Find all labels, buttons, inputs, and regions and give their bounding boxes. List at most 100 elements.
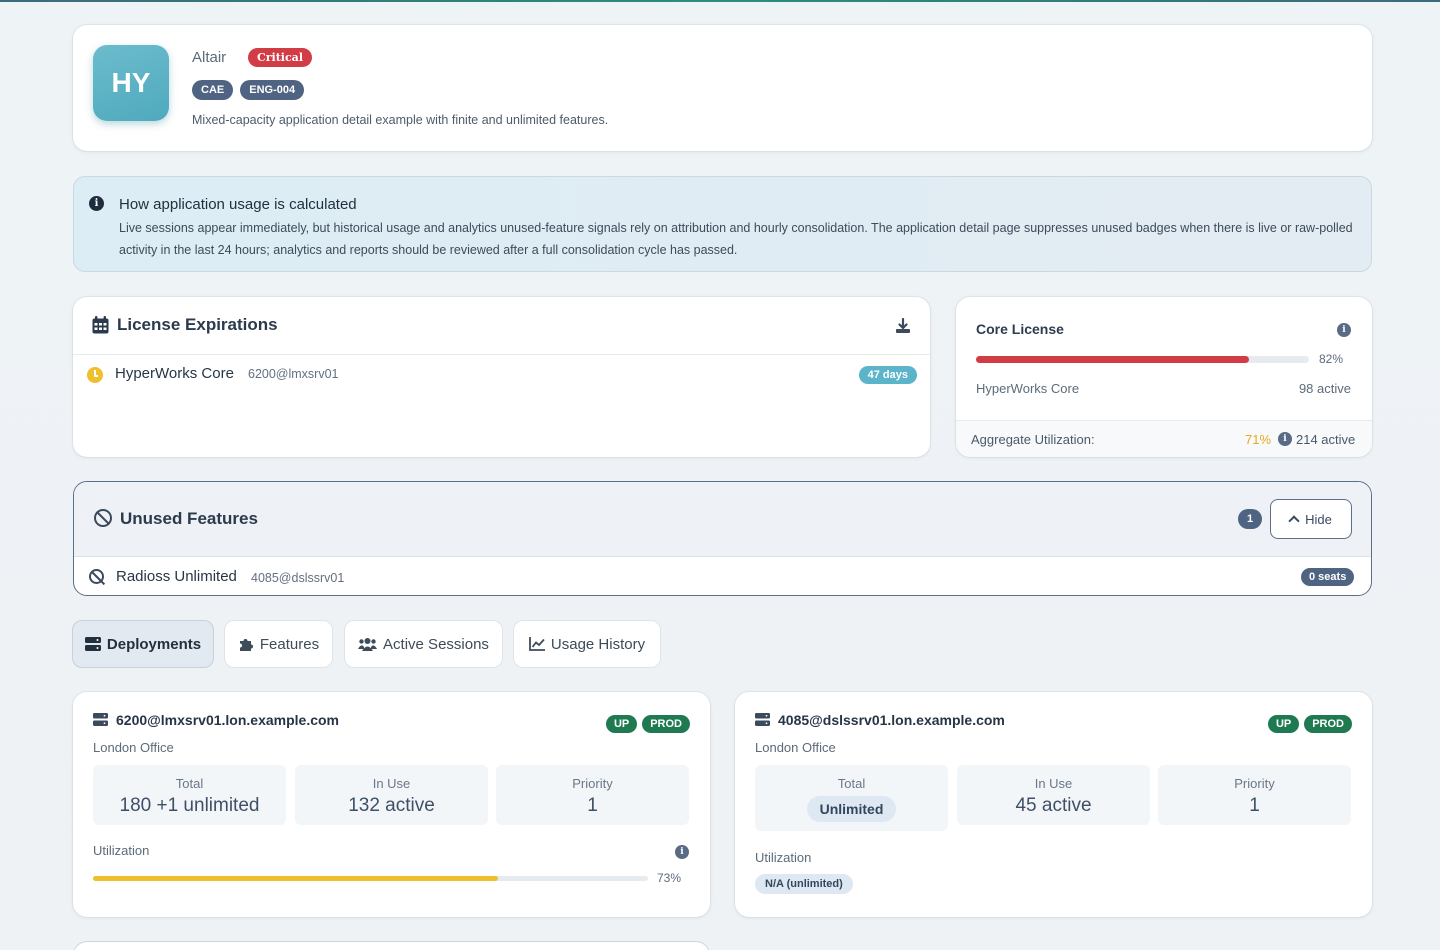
deployment-location: London Office xyxy=(755,740,836,755)
environment-badge: PROD xyxy=(642,715,690,733)
unused-feature-name[interactable]: Radioss Unlimited xyxy=(116,568,237,585)
utilization-na-pill: N/A (unlimited) xyxy=(755,874,853,894)
next-deployment-card xyxy=(73,941,710,950)
unused-count-badge: 1 xyxy=(1238,509,1262,529)
core-utilization-fill xyxy=(976,356,1250,363)
license-expiration-row[interactable]: HyperWorks Core 6200@lmxsrv01 47 days xyxy=(87,365,917,387)
hide-button-label: Hide xyxy=(1305,511,1332,527)
aggregate-utilization-footer: Aggregate Utilization: 71% i 214 active xyxy=(956,420,1372,457)
stat-value: 1 xyxy=(1249,795,1260,816)
unused-feature-host: 4085@dslssrv01 xyxy=(251,571,345,585)
status-badge: UP xyxy=(1267,715,1300,733)
total-stat: Total Unlimited xyxy=(755,765,948,831)
calendar-icon xyxy=(92,316,109,334)
stat-label: In Use xyxy=(1034,776,1073,791)
chevron-up-icon xyxy=(1288,515,1300,527)
deployment-badges: UP PROD xyxy=(1267,715,1352,733)
unused-features-title: Unused Features xyxy=(120,509,258,528)
unused-features-header: Unused Features 1 Hide xyxy=(74,482,1371,557)
utilization-percent: 73% xyxy=(656,871,681,885)
tab-label: Usage History xyxy=(550,635,646,653)
server-icon xyxy=(755,713,770,726)
info-banner-title: How application usage is calculated xyxy=(119,196,357,213)
license-host: 6200@lmxsrv01 xyxy=(248,367,339,381)
server-icon xyxy=(93,713,108,726)
info-icon[interactable]: i xyxy=(675,845,689,859)
tab-label: Features xyxy=(259,635,320,653)
tab-features[interactable]: Features xyxy=(224,620,333,668)
usage-info-banner: i How application usage is calculated Li… xyxy=(73,176,1372,272)
stat-label: Total xyxy=(175,776,204,791)
deployment-badges: UP PROD xyxy=(605,715,690,733)
tab-label: Active Sessions xyxy=(383,635,489,653)
stat-label: In Use xyxy=(372,776,411,791)
days-remaining-badge: 47 days xyxy=(858,366,917,384)
aggregate-active-count: 214 active xyxy=(1296,432,1356,447)
info-icon[interactable]: i xyxy=(1337,323,1351,337)
aggregate-percent: 71% xyxy=(1245,432,1272,447)
core-active-count: 98 active xyxy=(1298,381,1351,396)
core-utilization-percent: 82% xyxy=(1318,352,1343,366)
info-icon: i xyxy=(89,196,104,211)
vendor-name: Altair xyxy=(192,49,227,66)
environment-badge: PROD xyxy=(1304,715,1352,733)
tab-usage-history[interactable]: Usage History xyxy=(513,620,661,668)
ban-icon xyxy=(94,509,112,527)
utilization-bar xyxy=(93,876,648,881)
deployment-host[interactable]: 6200@lmxsrv01.lon.example.com xyxy=(116,712,339,728)
server-icon xyxy=(84,637,101,651)
total-stat: Total 180 +1 unlimited xyxy=(93,765,286,825)
unlimited-pill: Unlimited xyxy=(806,796,897,822)
core-feature-name: HyperWorks Core xyxy=(976,381,1080,396)
priority-stat: Priority 1 xyxy=(1158,765,1351,825)
users-icon xyxy=(358,638,378,651)
tag-badge[interactable]: CAE xyxy=(192,80,234,100)
top-accent-line xyxy=(0,0,1440,2)
aggregate-label: Aggregate Utilization: xyxy=(971,432,1095,447)
utilization-fill xyxy=(93,876,499,881)
chart-line-icon xyxy=(528,637,545,651)
in-use-stat: In Use 45 active xyxy=(957,765,1150,825)
stat-label: Priority xyxy=(1234,776,1275,791)
severity-badge: Critical xyxy=(248,48,312,67)
hide-button[interactable]: Hide xyxy=(1270,499,1352,539)
info-banner-body: Live sessions appear immediately, but hi… xyxy=(119,221,1353,257)
stat-value: 45 active xyxy=(1015,795,1092,816)
stat-value: 180 +1 unlimited xyxy=(119,795,260,816)
download-icon[interactable] xyxy=(895,318,911,334)
core-utilization-bar xyxy=(976,356,1309,363)
clock-icon xyxy=(87,367,103,383)
seats-badge: 0 seats xyxy=(1301,568,1355,586)
tab-active-sessions[interactable]: Active Sessions xyxy=(344,620,503,668)
license-expirations-title: License Expirations xyxy=(117,315,278,334)
priority-stat: Priority 1 xyxy=(496,765,689,825)
in-use-stat: In Use 132 active xyxy=(295,765,488,825)
status-badge: UP xyxy=(605,715,638,733)
utilization-label: Utilization xyxy=(93,843,150,858)
license-expirations-header: License Expirations xyxy=(73,297,930,355)
deployment-location: London Office xyxy=(93,740,174,755)
utilization-label: Utilization xyxy=(755,850,812,865)
core-license-card: Core License i 82% HyperWorks Core 98 ac… xyxy=(956,297,1372,457)
deployment-card: 4085@dslssrv01.lon.example.com UP PROD L… xyxy=(735,692,1372,917)
tab-deployments[interactable]: Deployments xyxy=(72,620,214,668)
tab-label: Deployments xyxy=(106,635,202,653)
puzzle-icon xyxy=(239,639,253,651)
info-icon[interactable]: i xyxy=(1278,432,1292,446)
stat-value: 132 active xyxy=(348,795,435,816)
app-header-card: HY Altair Critical CAE ENG-004 Mixed-cap… xyxy=(73,25,1372,151)
app-avatar: HY xyxy=(93,45,169,121)
tag-badge[interactable]: ENG-004 xyxy=(240,80,305,100)
stat-label: Priority xyxy=(572,776,613,791)
license-feature-name: HyperWorks Core xyxy=(115,365,234,382)
core-license-title: Core License xyxy=(976,321,1064,337)
stat-value: 1 xyxy=(587,795,598,816)
license-expirations-card: License Expirations HyperWorks Core 6200… xyxy=(73,297,930,457)
deployment-host[interactable]: 4085@dslssrv01.lon.example.com xyxy=(778,712,1005,728)
ban-icon xyxy=(89,569,104,584)
tag-list: CAE ENG-004 xyxy=(192,80,305,100)
unused-features-panel: Unused Features 1 Hide Radioss Unlimited… xyxy=(73,481,1372,596)
stat-label: Total xyxy=(837,776,866,791)
app-description: Mixed-capacity application detail exampl… xyxy=(192,113,609,127)
deployment-card: 6200@lmxsrv01.lon.example.com UP PROD Lo… xyxy=(73,692,710,917)
